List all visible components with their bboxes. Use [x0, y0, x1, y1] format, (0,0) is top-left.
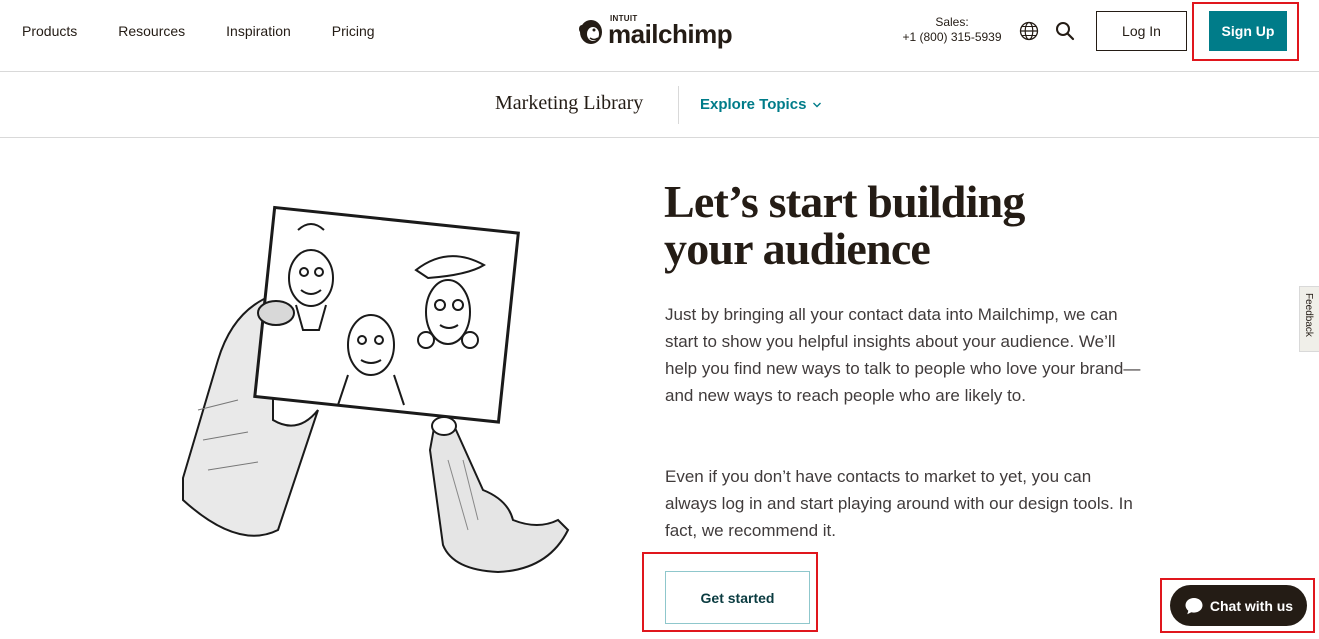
feedback-tab[interactable]: Feedback [1299, 286, 1319, 352]
mailchimp-logo[interactable]: INTUIT mailchimp [576, 14, 733, 49]
marketing-library-title[interactable]: Marketing Library [495, 92, 643, 115]
login-button[interactable]: Log In [1096, 11, 1187, 51]
get-started-button[interactable]: Get started [665, 571, 810, 624]
chat-bubble-icon [1185, 597, 1203, 614]
explore-topics-dropdown[interactable]: Explore Topics [700, 96, 822, 113]
chat-label: Chat with us [1209, 597, 1294, 614]
secondary-navigation: Marketing Library Explore Topics [0, 72, 1319, 138]
chat-with-us-button[interactable]: Chat with us [1170, 585, 1307, 626]
recommendation-paragraph: Even if you don’t have contacts to marke… [665, 467, 1133, 540]
freddie-logo-icon [579, 20, 602, 44]
search-icon[interactable] [1055, 21, 1075, 41]
sales-label: Sales: [935, 15, 969, 29]
page-headline: Let’s start building your audience [664, 176, 1025, 274]
sales-contact[interactable]: Sales: +1 (800) 315-5939 [900, 15, 1004, 45]
top-navigation: Products Resources Inspiration Pricing I… [0, 0, 1319, 72]
nav-resources[interactable]: Resources [118, 23, 185, 39]
primary-nav: Products Resources Inspiration Pricing [22, 0, 416, 62]
logo-wordmark: mailchimp [608, 19, 733, 49]
hand-holding-photo-illustration [182, 205, 570, 574]
signup-button[interactable]: Sign Up [1209, 11, 1287, 51]
nav-products[interactable]: Products [22, 23, 77, 39]
explore-topics-label: Explore Topics [700, 96, 807, 113]
nav-pricing[interactable]: Pricing [332, 23, 375, 39]
chevron-down-icon [813, 102, 822, 107]
globe-icon[interactable] [1019, 21, 1039, 41]
subnav-divider [678, 86, 679, 124]
sales-phone: +1 (800) 315-5939 [902, 30, 1002, 44]
intro-paragraph: Just by bringing all your contact data i… [665, 305, 1141, 405]
nav-inspiration[interactable]: Inspiration [226, 23, 291, 39]
feedback-label: Feedback [1303, 293, 1314, 337]
